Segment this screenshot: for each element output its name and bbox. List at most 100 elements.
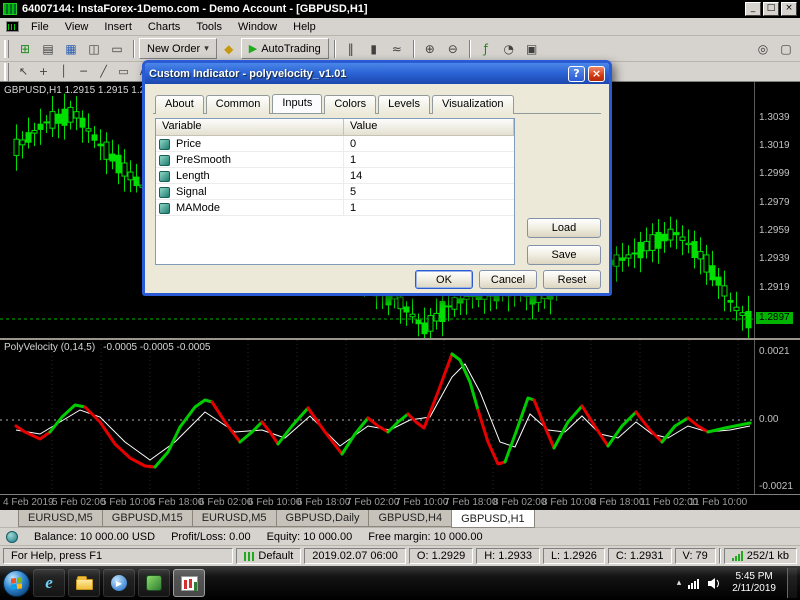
- chart-tab-eurusd-m5-2[interactable]: EURUSD,M5: [191, 510, 277, 527]
- price-axis-label: 1.2939: [759, 253, 790, 264]
- chart-tab-gbpusd-daily[interactable]: GBPUSD,Daily: [275, 510, 370, 527]
- line-chart-icon[interactable]: ≈: [386, 38, 408, 59]
- variable-name: Length: [174, 168, 344, 184]
- new-chart-icon[interactable]: ⊞: [14, 38, 36, 59]
- time-axis[interactable]: 4 Feb 2019 5 Feb 02:00 5 Feb 10:00 5 Feb 18…: [0, 494, 800, 510]
- chevron-down-icon: ▾: [204, 43, 209, 54]
- taskbar-mt4-icon[interactable]: [173, 569, 205, 597]
- variable-value[interactable]: 14: [344, 170, 514, 182]
- search-icon[interactable]: ◎: [752, 38, 774, 59]
- tab-levels[interactable]: Levels: [378, 95, 430, 114]
- menu-tools[interactable]: Tools: [188, 19, 230, 35]
- status-help-text: For Help, press F1: [3, 548, 234, 564]
- maximize-button[interactable]: □: [763, 2, 779, 16]
- menu-charts[interactable]: Charts: [140, 19, 188, 35]
- crosshair-icon[interactable]: +: [34, 63, 53, 80]
- custom-indicator-dialog: Custom Indicator - polyvelocity_v1.01 ? …: [142, 60, 612, 296]
- taskbar-green-app-icon[interactable]: [138, 569, 170, 597]
- chart-splitter[interactable]: [0, 338, 800, 340]
- indicator-panel[interactable]: PolyVelocity (0,14,5) -0.0005 -0.0005 -0…: [0, 340, 754, 494]
- menu-file[interactable]: File: [23, 19, 57, 35]
- chart-tab-eurusd-m5[interactable]: EURUSD,M5: [18, 510, 103, 527]
- chart-tab-gbpusd-h4[interactable]: GBPUSD,H4: [368, 510, 453, 527]
- full-screen-icon[interactable]: ▢: [775, 38, 797, 59]
- tab-inputs[interactable]: Inputs: [272, 94, 323, 113]
- metaeditor-icon[interactable]: ◆: [218, 38, 240, 59]
- speaker-icon[interactable]: [708, 577, 721, 589]
- network-icon[interactable]: [688, 578, 701, 589]
- bar-chart-icon[interactable]: ‖: [340, 38, 362, 59]
- variable-value[interactable]: 1: [344, 154, 514, 166]
- autotrading-button[interactable]: ▶ AutoTrading: [240, 38, 329, 59]
- market-watch-icon[interactable]: ▦: [60, 38, 82, 59]
- close-button[interactable]: ×: [781, 2, 797, 16]
- shapes-icon[interactable]: ▭: [114, 63, 133, 80]
- toolbar-grip[interactable]: [4, 62, 9, 81]
- window-titlebar[interactable]: 64007144: InstaForex-1Demo.com - Demo Ac…: [0, 0, 800, 18]
- table-row[interactable]: Price 0: [156, 136, 514, 152]
- clock-time: 5:45 PM: [735, 570, 773, 582]
- chart-window-icon[interactable]: [6, 21, 19, 32]
- tab-colors[interactable]: Colors: [324, 95, 377, 114]
- tab-common[interactable]: Common: [205, 95, 271, 114]
- taskbar-clock[interactable]: 5:45 PM 2/11/2019: [728, 571, 780, 596]
- price-axis-label: 1.3019: [759, 140, 790, 151]
- start-button[interactable]: [3, 569, 30, 597]
- zoom-in-icon[interactable]: ⊕: [419, 38, 441, 59]
- table-row[interactable]: Length 14: [156, 168, 514, 184]
- taskbar-ie-icon[interactable]: e: [33, 569, 65, 597]
- price-axis[interactable]: 1.2897 1.3039 1.3019 1.2999 1.2979 1.2959 1.2…: [754, 82, 800, 494]
- toolbar-grip[interactable]: [4, 39, 9, 58]
- time-axis-label: 8 Feb 10:00: [542, 497, 596, 508]
- price-axis-label: 1.2999: [759, 168, 790, 179]
- show-desktop-button[interactable]: [787, 568, 797, 598]
- time-axis-label: 5 Feb 02:00: [52, 497, 106, 508]
- variable-value[interactable]: 1: [344, 202, 514, 214]
- tab-about[interactable]: About: [155, 95, 204, 114]
- hidden-icons-chevron[interactable]: ▴: [677, 578, 682, 588]
- new-order-button[interactable]: New Order ▾: [139, 38, 217, 59]
- chart-tab-gbpusd-m15[interactable]: GBPUSD,M15: [101, 510, 193, 527]
- horizontal-line-icon[interactable]: ─: [74, 63, 93, 80]
- clock-date: 2/11/2019: [732, 583, 776, 594]
- trendline-icon[interactable]: ╱: [94, 63, 113, 80]
- dialog-close-button[interactable]: ×: [588, 65, 605, 82]
- navigator-icon[interactable]: ◫: [83, 38, 105, 59]
- taskbar-explorer-icon[interactable]: [68, 569, 100, 597]
- dialog-titlebar[interactable]: Custom Indicator - polyvelocity_v1.01 ? …: [145, 63, 609, 84]
- cancel-button[interactable]: Cancel: [479, 270, 537, 289]
- menu-insert[interactable]: Insert: [96, 19, 140, 35]
- indicators-icon[interactable]: ƒ: [475, 38, 497, 59]
- taskbar-media-icon[interactable]: ▶: [103, 569, 135, 597]
- table-row[interactable]: PreSmooth 1: [156, 152, 514, 168]
- time-axis-label: 7 Feb 18:00: [444, 497, 498, 508]
- profiles-icon[interactable]: ▤: [37, 38, 59, 59]
- reset-button[interactable]: Reset: [543, 270, 601, 289]
- templates-icon[interactable]: ▣: [521, 38, 543, 59]
- dialog-help-button[interactable]: ?: [568, 65, 585, 82]
- candlestick-chart-icon[interactable]: ▮: [363, 38, 385, 59]
- table-row[interactable]: MAMode 1: [156, 200, 514, 216]
- zoom-out-icon[interactable]: ⊖: [442, 38, 464, 59]
- menu-window[interactable]: Window: [230, 19, 285, 35]
- periods-icon[interactable]: ◔: [498, 38, 520, 59]
- menu-help[interactable]: Help: [285, 19, 324, 35]
- ok-button[interactable]: OK: [415, 270, 473, 289]
- variable-value[interactable]: 0: [344, 138, 514, 150]
- vertical-line-icon[interactable]: │: [54, 63, 73, 80]
- variable-value[interactable]: 5: [344, 186, 514, 198]
- column-header-variable[interactable]: Variable: [156, 119, 344, 135]
- load-button[interactable]: Load: [527, 218, 601, 238]
- account-status-bar: Balance: 10 000.00 USD Profit/Loss: 0.00…: [0, 528, 800, 546]
- table-row[interactable]: Signal 5: [156, 184, 514, 200]
- cursor-icon[interactable]: ↖: [14, 63, 33, 80]
- chart-tab-gbpusd-h1[interactable]: GBPUSD,H1: [451, 510, 535, 528]
- minimize-button[interactable]: _: [745, 2, 761, 16]
- save-button[interactable]: Save: [527, 245, 601, 265]
- terminal-icon[interactable]: ▭: [106, 38, 128, 59]
- column-header-value[interactable]: Value: [344, 119, 514, 135]
- status-profile[interactable]: Default: [236, 548, 302, 564]
- tab-visualization[interactable]: Visualization: [431, 95, 514, 114]
- menu-view[interactable]: View: [57, 19, 97, 35]
- account-icon: [6, 530, 18, 543]
